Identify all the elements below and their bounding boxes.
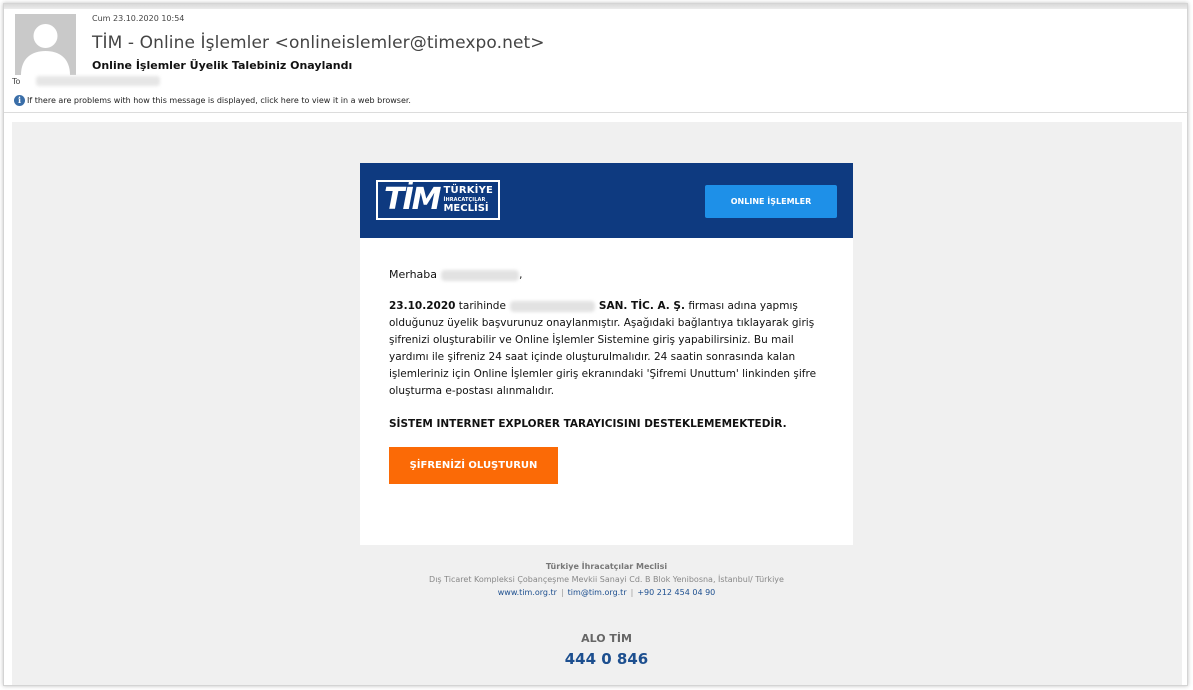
logo-line3: MECLİSİ [443,203,489,214]
sender-avatar [15,14,76,75]
browser-view-link[interactable]: If there are problems with how this mess… [27,96,411,105]
website-link[interactable]: www.tim.org.tr [498,588,557,597]
footer-org: Türkiye İhracatçılar Meclisi [545,562,668,571]
footer-links: www.tim.org.tr | tim@tim.org.tr | +90 212 45… [360,588,853,597]
person-icon [15,14,76,75]
logo-mark: TİM [384,182,442,217]
recipient-name-redacted [441,269,520,281]
logo-line1: TÜRKİYE [443,185,494,196]
message-body: TİM TÜRKİYE İHRACATÇILAR MECLİSİ ONLINE … [12,122,1182,685]
separator: | [630,588,634,597]
info-icon[interactable]: i [14,95,25,106]
online-islemler-button[interactable]: ONLINE İŞLEMLER [705,185,837,218]
email-banner: TİM TÜRKİYE İHRACATÇILAR MECLİSİ ONLINE … [360,163,853,238]
greeting-suffix: , [519,268,523,281]
body-text: firması adına yapmış olduğunuz üyelik ba… [389,300,817,397]
create-password-button[interactable]: ŞİFRENİZİ OLUŞTURUN [389,447,558,484]
message-date: Cum 23.10.2020 10:54 [92,14,185,23]
to-recipient-redacted [36,76,160,86]
alo-tim-number[interactable]: 444 0 846 [360,650,853,668]
email-window: Cum 23.10.2020 10:54 TİM - Online İşleml… [3,3,1188,686]
message-paragraph: 23.10.2020 tarihinde SAN. TİC. A. Ş. firm… [389,298,829,400]
greeting-prefix: Merhaba [389,268,438,281]
message-subject: Online İşlemler Üyelik Talebiniz Onaylan… [92,59,353,72]
logo-text: TÜRKİYE İHRACATÇILAR MECLİSİ [443,186,493,214]
browser-warning: SİSTEM INTERNET EXPLORER TARAYICISINI DE… [389,418,787,430]
footer: Türkiye İhracatçılar Meclisi Dış Ticaret… [360,562,853,597]
top-strip [4,4,1187,9]
alo-tim-title: ALO TİM [581,632,632,645]
email-link[interactable]: tim@tim.org.tr [568,588,627,597]
sender-name[interactable]: TİM - Online İşlemler <onlineislemler@ti… [92,33,545,53]
tim-logo: TİM TÜRKİYE İHRACATÇILAR MECLİSİ [376,180,500,220]
to-label: To [12,77,21,86]
approval-date: 23.10.2020 [389,300,456,312]
text-after-date: tarihinde [455,300,506,312]
phone-link[interactable]: +90 212 454 04 90 [637,588,715,597]
company-name-redacted [509,300,595,312]
separator: | [560,588,564,597]
footer-address: Dış Ticaret Kompleksi Çobançeşme Mevkii … [429,575,784,584]
greeting: Merhaba, [389,268,523,281]
company-suffix: SAN. TİC. A. Ş. [598,300,685,312]
email-card: Merhaba, 23.10.2020 tarihinde SAN. TİC. A… [360,238,853,545]
header-divider [4,112,1187,113]
